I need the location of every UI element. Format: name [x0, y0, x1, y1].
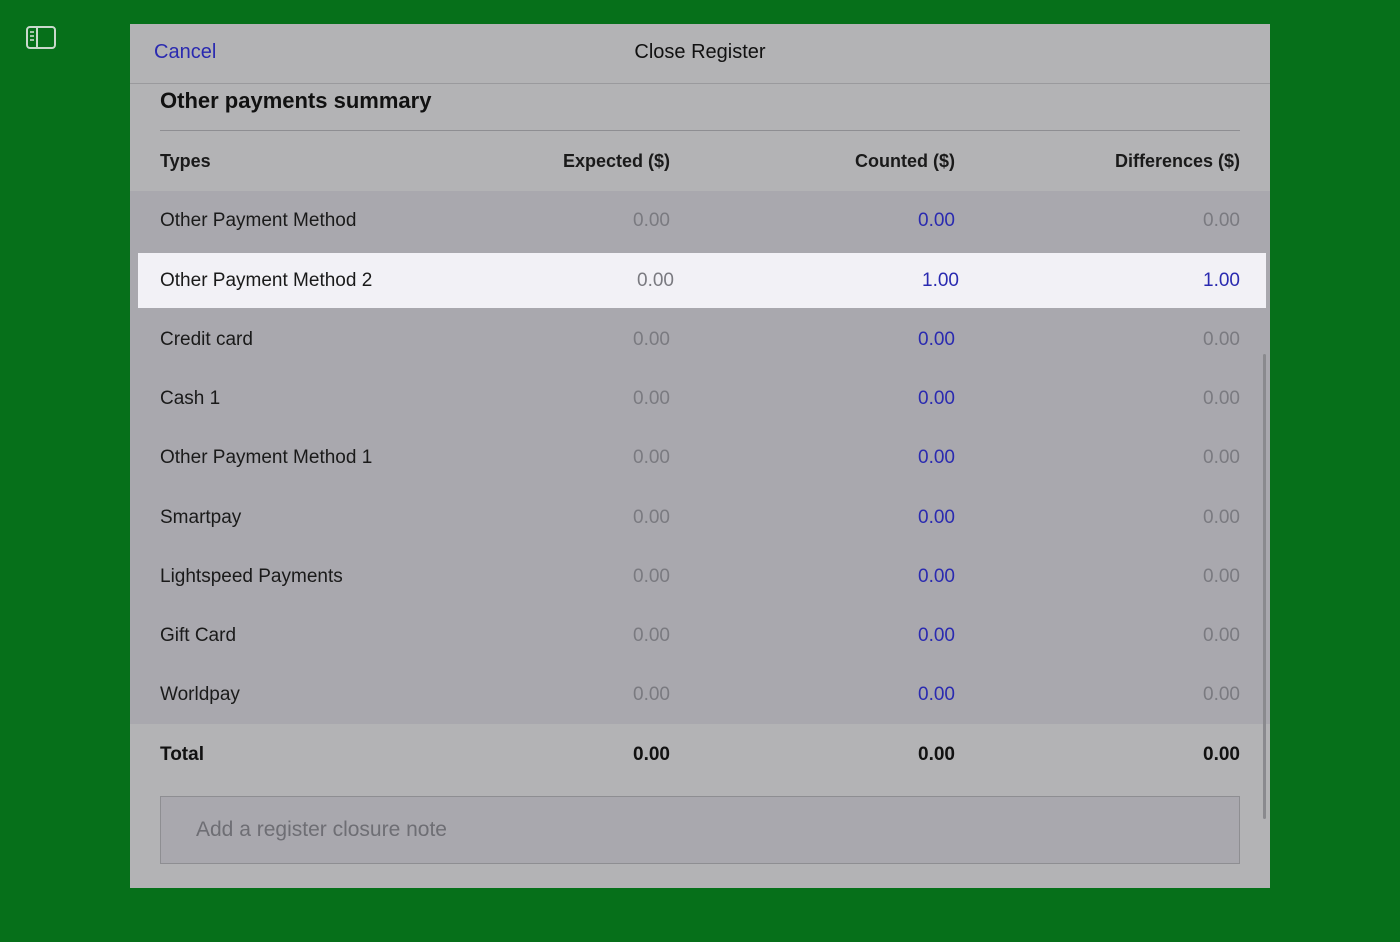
row-differences: 0.00: [1203, 387, 1240, 409]
row-type: Worldpay: [160, 683, 240, 705]
table-row[interactable]: Credit card 0.00 0.00 0.00: [130, 310, 1270, 369]
table-row[interactable]: Other Payment Method 1 0.00 0.00 0.00: [130, 428, 1270, 487]
row-expected: 0.00: [633, 506, 670, 528]
table-row[interactable]: Other Payment Method 0.00 0.00 0.00: [130, 191, 1270, 250]
closure-note-input[interactable]: [161, 797, 1239, 863]
row-counted[interactable]: 0.00: [918, 369, 955, 428]
table-row[interactable]: Gift Card 0.00 0.00 0.00: [130, 606, 1270, 665]
row-expected: 0.00: [633, 624, 670, 646]
total-row: Total 0.00 0.00 0.00: [130, 725, 1270, 784]
row-expected: 0.00: [633, 446, 670, 468]
row-counted[interactable]: 0.00: [918, 191, 955, 250]
table-row[interactable]: Cash 1 0.00 0.00 0.00: [130, 369, 1270, 428]
row-expected: 0.00: [633, 387, 670, 409]
row-differences: 0.00: [1203, 565, 1240, 587]
table-row-selected[interactable]: Other Payment Method 2 0.00 1.00 1.00: [138, 253, 1266, 308]
header-expected: Expected ($): [562, 150, 670, 171]
row-expected: 0.00: [633, 683, 670, 705]
row-expected: 0.00: [637, 269, 674, 291]
row-type: Other Payment Method 2: [160, 269, 373, 291]
close-register-modal: Cancel Close Register Other payments sum…: [130, 24, 1270, 888]
row-differences: 0.00: [1203, 506, 1240, 528]
closure-note-field[interactable]: [160, 796, 1240, 864]
row-counted[interactable]: 1.00: [922, 253, 959, 308]
row-differences: 0.00: [1203, 683, 1240, 705]
row-counted[interactable]: 0.00: [918, 665, 955, 724]
row-type: Credit card: [160, 328, 253, 350]
row-differences: 0.00: [1203, 624, 1240, 646]
row-counted[interactable]: 0.00: [918, 488, 955, 547]
table-row[interactable]: Lightspeed Payments 0.00 0.00 0.00: [130, 547, 1270, 606]
row-counted[interactable]: 0.00: [918, 606, 955, 665]
row-type: Other Payment Method: [160, 209, 357, 231]
header-differences: Differences ($): [1114, 150, 1240, 171]
row-expected: 0.00: [633, 328, 670, 350]
table-header-row: Types Expected ($) Counted ($) Differenc…: [130, 131, 1270, 191]
total-counted: 0.00: [918, 743, 955, 765]
row-differences: 0.00: [1203, 328, 1240, 350]
table-row[interactable]: Smartpay 0.00 0.00 0.00: [130, 488, 1270, 547]
row-counted[interactable]: 0.00: [918, 310, 955, 369]
row-expected: 0.00: [633, 209, 670, 231]
modal-title: Close Register: [634, 41, 766, 63]
row-type: Gift Card: [160, 624, 237, 646]
scrollbar[interactable]: [1263, 354, 1266, 819]
total-label: Total: [160, 743, 204, 765]
row-differences: 0.00: [1203, 446, 1240, 468]
header-types: Types: [160, 150, 211, 171]
row-type: Smartpay: [160, 506, 242, 528]
sidebar-toggle-icon[interactable]: [26, 26, 56, 49]
row-type: Cash 1: [160, 387, 221, 409]
modal-header: Cancel Close Register: [130, 24, 1270, 84]
row-expected: 0.00: [633, 565, 670, 587]
row-counted[interactable]: 0.00: [918, 428, 955, 487]
table-row[interactable]: Worldpay 0.00 0.00 0.00: [130, 665, 1270, 724]
header-counted: Counted ($): [855, 150, 955, 171]
row-counted[interactable]: 0.00: [918, 547, 955, 606]
row-type: Lightspeed Payments: [160, 565, 343, 587]
total-expected: 0.00: [633, 743, 670, 765]
row-type: Other Payment Method 1: [160, 446, 373, 468]
total-differences: 0.00: [1203, 743, 1240, 765]
row-differences: 0.00: [1203, 209, 1240, 231]
section-title: Other payments summary: [160, 88, 432, 113]
row-differences: 1.00: [1203, 269, 1240, 291]
